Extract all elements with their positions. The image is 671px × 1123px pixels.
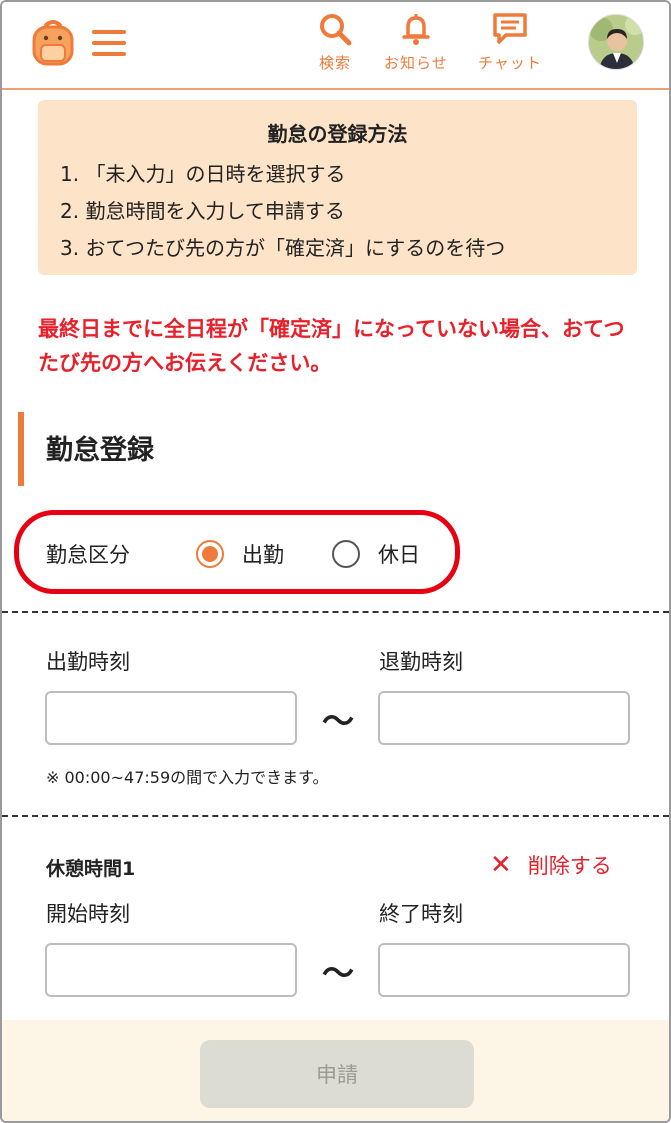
app-frame: 検索 お知らせ チャット 勤怠の登録方法 1. 「未入力」の日時を選択する 2.… xyxy=(0,0,671,1123)
close-icon: ✕ xyxy=(490,850,512,880)
search-icon xyxy=(320,14,352,46)
header: 検索 お知らせ チャット xyxy=(2,2,669,90)
delete-break-button[interactable]: ✕ 削除する xyxy=(490,850,612,880)
submit-button[interactable]: 申請 xyxy=(200,1040,474,1108)
divider xyxy=(2,611,669,613)
hamburger-menu-icon[interactable] xyxy=(92,30,126,56)
bell-icon xyxy=(402,14,430,45)
radio-holiday[interactable]: 休日 xyxy=(332,539,420,569)
section-title: 勤怠登録 xyxy=(46,435,154,466)
chat-icon xyxy=(493,13,527,44)
radio-holiday-label: 休日 xyxy=(378,543,420,567)
nav-search[interactable]: 検索 xyxy=(318,12,352,73)
howto-step: 1. 「未入力」の日時を選択する xyxy=(60,162,346,186)
break-end-input[interactable] xyxy=(378,943,630,997)
nav-notifications[interactable]: お知らせ xyxy=(384,12,448,73)
radio-unselected-icon[interactable] xyxy=(332,540,360,568)
attendance-type-label: 勤怠区分 xyxy=(46,543,130,567)
radio-selected-icon[interactable] xyxy=(196,540,224,568)
howto-steps: 1. 「未入力」の日時を選択する 2. 勤怠時間を入力して申請する 3. おてつ… xyxy=(60,156,505,267)
end-time-input[interactable] xyxy=(378,691,630,745)
howto-step: 3. おてつたび先の方が「確定済」にするのを待つ xyxy=(60,236,506,260)
delete-break-label: 削除する xyxy=(527,854,612,878)
start-time-input[interactable] xyxy=(45,691,297,745)
break-start-label: 開始時刻 xyxy=(46,902,130,926)
nav-chat-label: チャット xyxy=(478,54,542,72)
break-start-input[interactable] xyxy=(45,943,297,997)
divider xyxy=(2,815,669,817)
user-avatar[interactable] xyxy=(588,14,644,70)
howto-title: 勤怠の登録方法 xyxy=(267,122,408,146)
range-separator: ～ xyxy=(322,702,355,740)
nav-chat[interactable]: チャット xyxy=(478,12,542,73)
break-end-label: 終了時刻 xyxy=(379,902,463,926)
howto-step: 2. 勤怠時間を入力して申請する xyxy=(60,199,345,223)
nav-search-label: 検索 xyxy=(318,54,351,72)
break-title: 休憩時間1 xyxy=(46,858,136,880)
time-range-note: ※ 00:00~47:59の間で入力できます。 xyxy=(46,768,329,787)
warning-text: 最終日までに全日程が「確定済」になっていない場合、おてつたび先の方へお伝えくださ… xyxy=(38,317,625,375)
range-separator: ～ xyxy=(322,954,355,992)
nav-notifications-label: お知らせ xyxy=(384,54,448,72)
radio-work-label: 出勤 xyxy=(242,543,284,567)
radio-work[interactable]: 出勤 xyxy=(196,539,284,569)
end-time-label: 退勤時刻 xyxy=(379,650,463,674)
start-time-label: 出勤時刻 xyxy=(46,650,130,674)
backpack-logo-icon[interactable] xyxy=(30,18,76,66)
section-accent-bar xyxy=(18,412,24,486)
howto-box: 勤怠の登録方法 1. 「未入力」の日時を選択する 2. 勤怠時間を入力して申請す… xyxy=(38,100,637,275)
